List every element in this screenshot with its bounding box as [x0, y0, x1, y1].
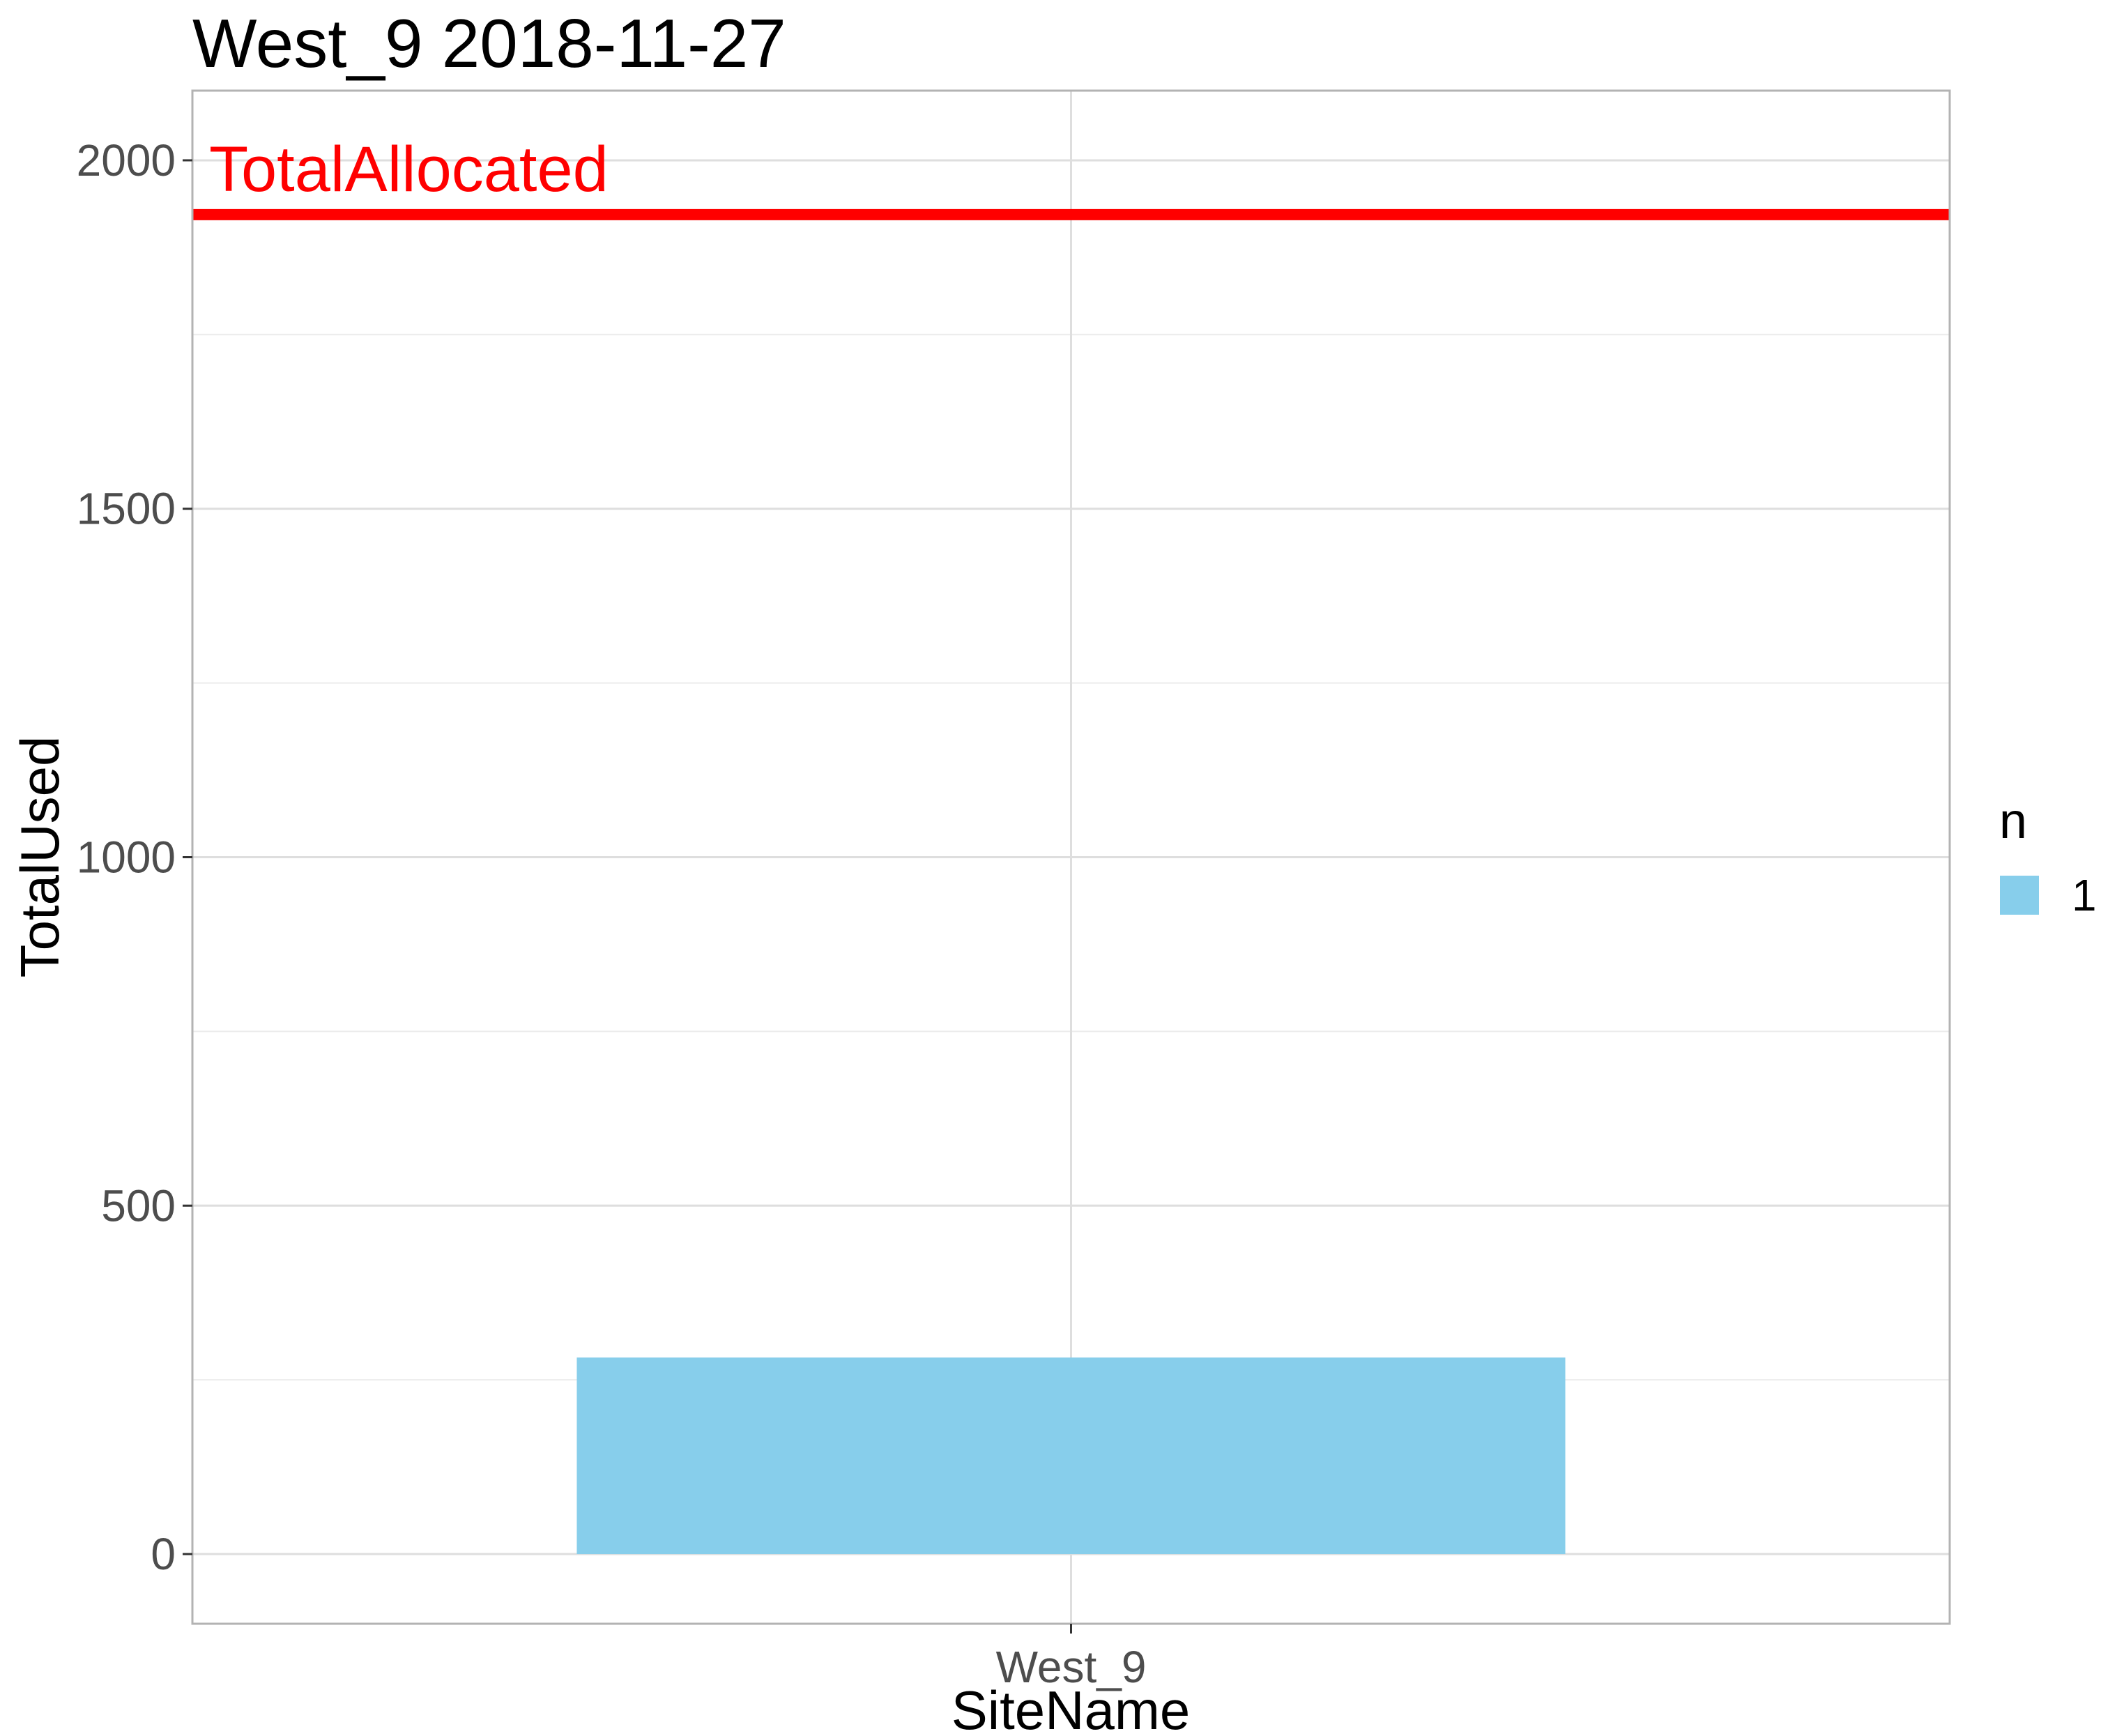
y-axis-ticks: 0 500 1000 1500 2000 [77, 135, 192, 1579]
legend-swatch [2000, 876, 2039, 915]
y-tick-label: 1500 [77, 484, 176, 534]
y-tick-label: 500 [101, 1180, 176, 1231]
bar [576, 1357, 1566, 1555]
chart-title: West_9 2018-11-27 [192, 5, 786, 82]
chart: West_9 2018-11-27 TotalAllocated 0 500 100… [9, 5, 2097, 1736]
y-tick-label: 1000 [77, 832, 176, 883]
bars [576, 1357, 1566, 1555]
y-tick-label: 2000 [77, 135, 176, 185]
legend: n 1 [1999, 793, 2097, 920]
x-axis-title: SiteName [951, 1680, 1190, 1736]
y-axis-title: TotalUsed [9, 736, 70, 978]
y-tick-label: 0 [151, 1529, 176, 1579]
total-allocated-label: TotalAllocated [209, 134, 609, 205]
legend-title: n [1999, 793, 2027, 849]
legend-label: 1 [2072, 870, 2097, 920]
legend-items: 1 [2000, 870, 2097, 920]
